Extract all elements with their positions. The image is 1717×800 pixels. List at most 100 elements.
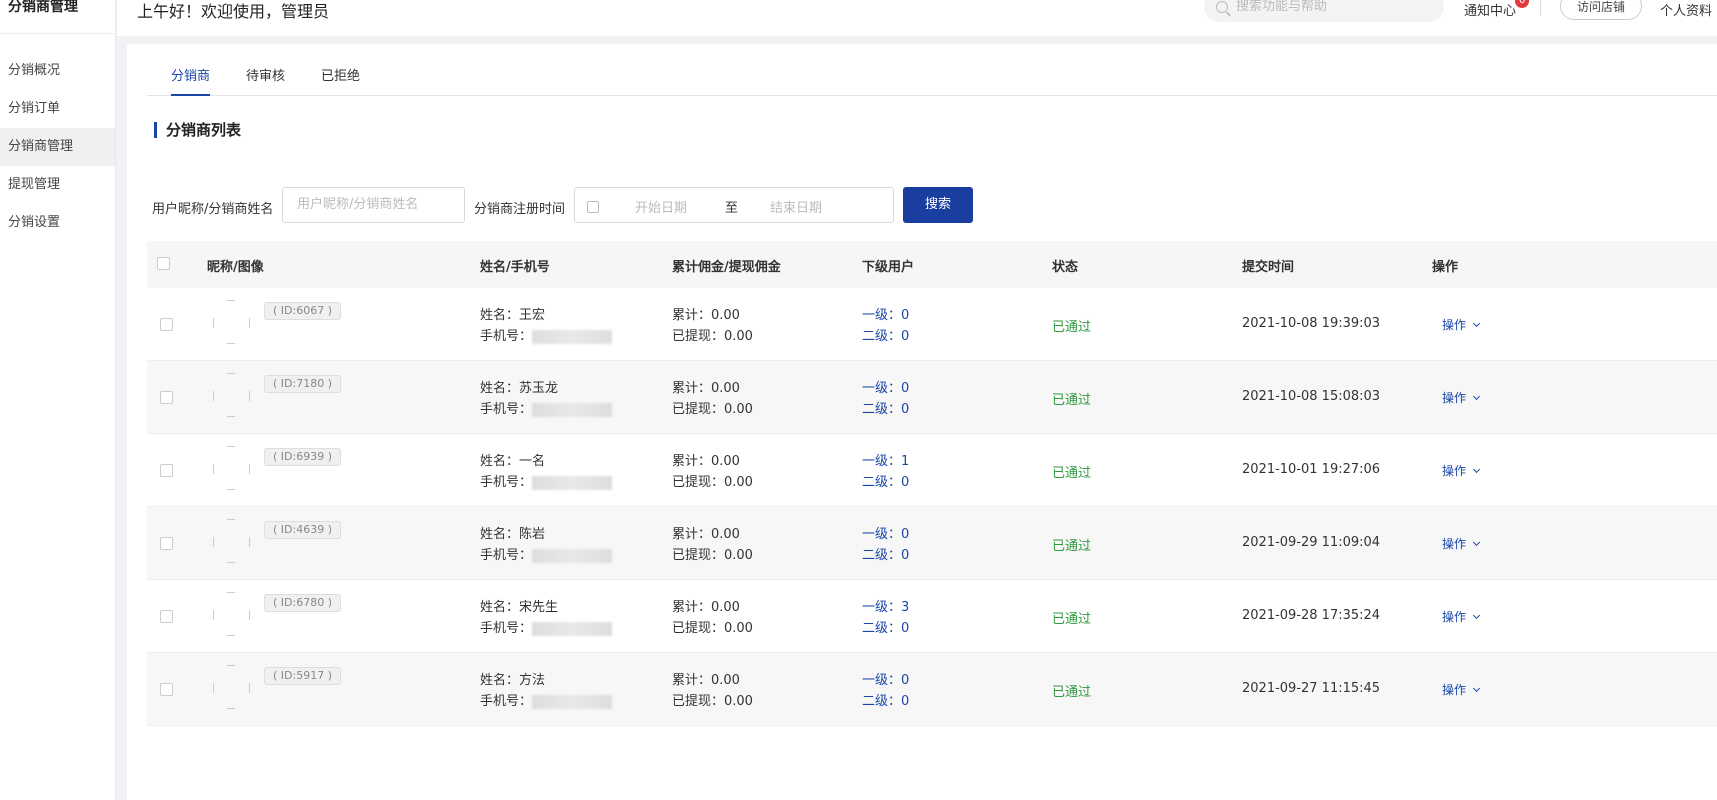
level2-users-link[interactable]: 二级：0 xyxy=(862,617,909,636)
submit-time: 2021-09-28 17:35:24 xyxy=(1242,608,1381,623)
date-range-picker[interactable]: 开始日期 至 结束日期 xyxy=(574,187,894,223)
search-button[interactable]: 搜索 xyxy=(903,187,973,223)
avatar xyxy=(213,665,253,709)
distributor-name: 姓名：方法 xyxy=(480,673,546,688)
masked-phone xyxy=(532,621,613,636)
table-body: ( ID:6067 ) 姓名：王宏 手机号： 累计：0.00 已提现：0.00 … xyxy=(147,288,1717,726)
level1-users-link[interactable]: 一级：0 xyxy=(862,304,909,323)
status-badge: 已通过 xyxy=(1052,685,1092,700)
total-commission: 累计：0.00 xyxy=(672,673,740,688)
level1-users-link[interactable]: 一级：0 xyxy=(862,377,909,396)
table-row: ( ID:6780 ) 姓名：宋先生 手机号： 累计：0.00 已提现：0.00… xyxy=(147,580,1717,653)
filter-bar: 用户昵称/分销商姓名 用户昵称/分销商姓名 分销商注册时间 开始日期 至 结束日… xyxy=(127,187,1127,227)
submit-time: 2021-10-08 15:08:03 xyxy=(1242,389,1381,404)
table-row: ( ID:6939 ) 姓名：一名 手机号： 累计：0.00 已提现：0.00 … xyxy=(147,434,1717,507)
row-checkbox[interactable] xyxy=(160,683,173,696)
sidebar-item-orders[interactable]: 分销订单 xyxy=(0,90,115,128)
chevron-down-icon xyxy=(1472,684,1481,693)
withdrawn-commission: 已提现：0.00 xyxy=(672,621,753,636)
actions-dropdown[interactable]: 操作 xyxy=(1442,535,1481,552)
total-commission: 累计：0.00 xyxy=(672,527,740,542)
tab-distributors[interactable]: 分销商 xyxy=(171,64,211,96)
level1-users-link[interactable]: 一级：0 xyxy=(862,523,909,542)
section-title: 分销商列表 xyxy=(154,122,241,138)
distributor-phone: 手机号： xyxy=(480,398,613,417)
user-id-tag: ( ID:4639 ) xyxy=(264,521,341,539)
col-header-commission: 累计佣金/提现佣金 xyxy=(672,260,781,275)
chevron-down-icon xyxy=(1472,319,1481,328)
level1-users-link[interactable]: 一级：3 xyxy=(862,596,909,615)
chevron-down-icon xyxy=(1472,465,1481,474)
chevron-down-icon xyxy=(1472,611,1481,620)
row-checkbox[interactable] xyxy=(160,610,173,623)
submit-time: 2021-09-29 11:09:04 xyxy=(1242,535,1381,550)
level2-users-link[interactable]: 二级：0 xyxy=(862,690,909,709)
withdrawn-commission: 已提现：0.00 xyxy=(672,475,753,490)
calendar-icon xyxy=(587,201,599,213)
tab-rejected[interactable]: 已拒绝 xyxy=(321,64,360,96)
level1-users-link[interactable]: 一级：1 xyxy=(862,450,909,469)
start-date-input[interactable]: 开始日期 xyxy=(635,197,687,216)
level2-users-link[interactable]: 二级：0 xyxy=(862,325,909,344)
actions-dropdown[interactable]: 操作 xyxy=(1442,608,1481,625)
row-checkbox[interactable] xyxy=(160,464,173,477)
sidebar-menu: 分销概况 分销订单 分销商管理 提现管理 分销设置 xyxy=(0,52,115,242)
col-header-actions: 操作 xyxy=(1432,260,1459,275)
select-all-checkbox[interactable] xyxy=(157,257,170,270)
actions-dropdown[interactable]: 操作 xyxy=(1442,389,1481,406)
actions-dropdown[interactable]: 操作 xyxy=(1442,462,1481,479)
col-header-name-phone: 姓名/手机号 xyxy=(480,260,550,275)
user-id-tag: ( ID:6939 ) xyxy=(264,448,341,466)
distributor-phone: 手机号： xyxy=(480,690,613,709)
sidebar-item-withdrawals[interactable]: 提现管理 xyxy=(0,166,115,204)
notification-badge: 0 xyxy=(1515,0,1530,8)
avatar xyxy=(213,300,253,344)
row-checkbox[interactable] xyxy=(160,537,173,550)
table-row: ( ID:5917 ) 姓名：方法 手机号： 累计：0.00 已提现：0.00 … xyxy=(147,653,1717,726)
distributor-phone: 手机号： xyxy=(480,544,613,563)
sidebar-item-distributor-management[interactable]: 分销商管理 xyxy=(0,128,115,166)
chevron-down-icon xyxy=(1472,538,1481,547)
chevron-down-icon xyxy=(1472,392,1481,401)
withdrawn-commission: 已提现：0.00 xyxy=(672,694,753,709)
sidebar-item-settings[interactable]: 分销设置 xyxy=(0,204,115,242)
level2-users-link[interactable]: 二级：0 xyxy=(862,471,909,490)
notification-center-link[interactable]: 通知中心 xyxy=(1464,0,1516,19)
withdrawn-commission: 已提现：0.00 xyxy=(672,402,753,417)
name-filter-input[interactable]: 用户昵称/分销商姓名 xyxy=(282,187,465,223)
masked-phone xyxy=(532,329,613,344)
withdrawn-commission: 已提现：0.00 xyxy=(672,548,753,563)
masked-phone xyxy=(532,548,613,563)
distributor-name: 姓名：苏玉龙 xyxy=(480,381,559,396)
total-commission: 累计：0.00 xyxy=(672,381,740,396)
level2-users-link[interactable]: 二级：0 xyxy=(862,398,909,417)
sidebar: 分销商管理 分销概况 分销订单 分销商管理 提现管理 分销设置 xyxy=(0,0,116,800)
header-divider xyxy=(1540,0,1541,16)
row-checkbox[interactable] xyxy=(160,318,173,331)
status-badge: 已通过 xyxy=(1052,393,1092,408)
total-commission: 累计：0.00 xyxy=(672,600,740,615)
sidebar-item-overview[interactable]: 分销概况 xyxy=(0,52,115,90)
distributor-name: 姓名：宋先生 xyxy=(480,600,559,615)
search-input[interactable]: 搜索功能与帮助 xyxy=(1204,0,1444,22)
tab-pending[interactable]: 待审核 xyxy=(246,64,285,96)
row-checkbox[interactable] xyxy=(160,391,173,404)
level2-users-link[interactable]: 二级：0 xyxy=(862,544,909,563)
actions-dropdown[interactable]: 操作 xyxy=(1442,316,1481,333)
greeting-text: 上午好！欢迎使用，管理员 xyxy=(137,2,330,21)
search-icon xyxy=(1216,1,1228,13)
date-filter-label: 分销商注册时间 xyxy=(474,202,566,217)
user-id-tag: ( ID:7180 ) xyxy=(264,375,341,393)
distributor-name: 姓名：陈岩 xyxy=(480,527,546,542)
submit-time: 2021-10-08 19:39:03 xyxy=(1242,316,1381,331)
end-date-input[interactable]: 结束日期 xyxy=(770,197,822,216)
table-row: ( ID:7180 ) 姓名：苏玉龙 手机号： 累计：0.00 已提现：0.00… xyxy=(147,361,1717,434)
total-commission: 累计：0.00 xyxy=(672,454,740,469)
level1-users-link[interactable]: 一级：0 xyxy=(862,669,909,688)
total-commission: 累计：0.00 xyxy=(672,308,740,323)
actions-dropdown[interactable]: 操作 xyxy=(1442,681,1481,698)
status-badge: 已通过 xyxy=(1052,320,1092,335)
search-placeholder: 搜索功能与帮助 xyxy=(1236,0,1328,14)
profile-link[interactable]: 个人资料 xyxy=(1660,0,1712,19)
visit-store-button[interactable]: 访问店铺 xyxy=(1560,0,1643,20)
